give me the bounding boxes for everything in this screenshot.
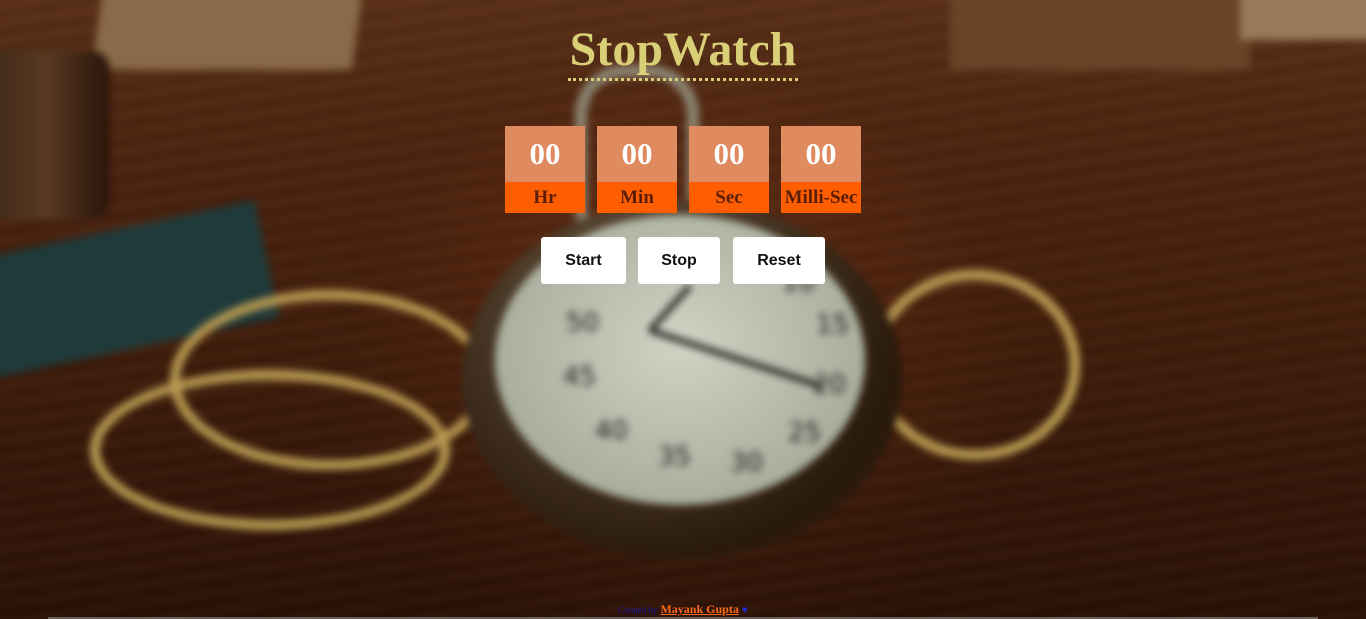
hours-value: 00 (505, 126, 585, 182)
timer-unit-minutes: 00 Min (597, 126, 677, 213)
dial-number: 25 (788, 418, 822, 448)
author-link[interactable]: Mayank Gupta (660, 602, 738, 616)
heart-icon: ♥ (741, 605, 748, 616)
dial-number: 35 (658, 442, 692, 472)
milliseconds-value: 00 (781, 126, 861, 182)
bg-rope-right (870, 270, 1080, 460)
minutes-label: Min (597, 182, 677, 213)
bg-rope-left-2 (90, 370, 450, 530)
timer-unit-seconds: 00 Sec (689, 126, 769, 213)
timer-display: 00 Hr 00 Min 00 Sec 00 Milli-Sec (505, 126, 861, 213)
dial-number: 15 (816, 310, 850, 340)
dial-number: 50 (566, 308, 600, 338)
control-buttons: Start Stop Reset (541, 237, 825, 284)
page-title: StopWatch (0, 22, 1366, 81)
timer-unit-milliseconds: 00 Milli-Sec (781, 126, 861, 213)
stop-button[interactable]: Stop (638, 237, 720, 284)
start-button[interactable]: Start (541, 237, 626, 284)
hours-label: Hr (505, 182, 585, 213)
minutes-value: 00 (597, 126, 677, 182)
footer-credit-prefix: Created by (618, 605, 658, 615)
background-photo: 50 15 45 20 40 25 35 30 10 (0, 0, 1366, 619)
dial-number: 30 (730, 448, 764, 478)
dial-number: 45 (563, 362, 597, 392)
seconds-value: 00 (689, 126, 769, 182)
seconds-label: Sec (689, 182, 769, 213)
milliseconds-label: Milli-Sec (781, 182, 861, 213)
timer-unit-hours: 00 Hr (505, 126, 585, 213)
reset-button[interactable]: Reset (733, 237, 825, 284)
dial-number: 40 (595, 416, 629, 446)
page-title-text: StopWatch (567, 22, 799, 81)
